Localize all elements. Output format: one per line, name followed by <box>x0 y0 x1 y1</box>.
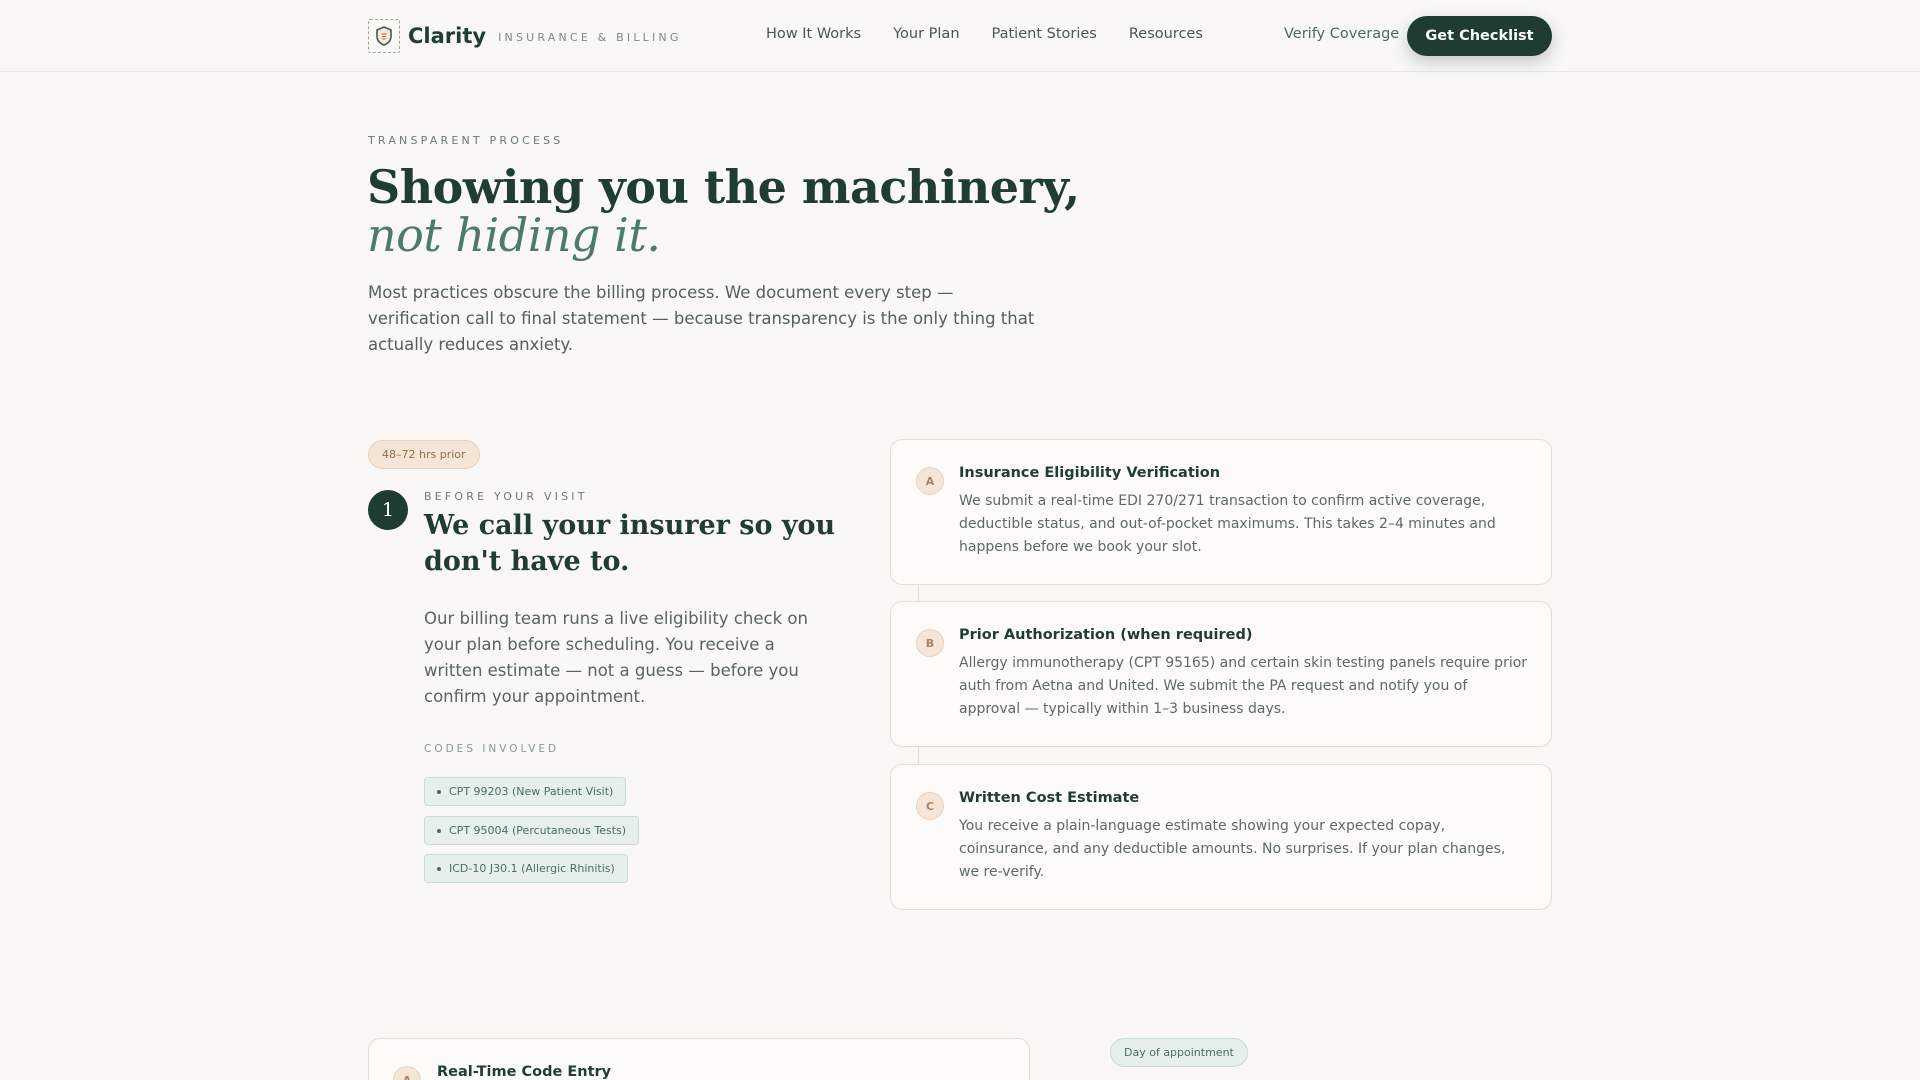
main-nav: How It Works Your Plan Patient Stories R… <box>766 26 1235 42</box>
brand-name: Clarity <box>408 24 487 48</box>
process-card: A Real-Time Code Entry <box>368 1038 1030 1080</box>
hero-eyebrow: TRANSPARENT PROCESS <box>368 134 564 147</box>
step-timing-badge: 48–72 hrs prior <box>368 440 480 469</box>
brand[interactable]: Clarity INSURANCE & BILLING <box>368 18 682 54</box>
verify-coverage-link[interactable]: Verify Coverage <box>1284 26 1399 42</box>
codes-label: CODES INVOLVED <box>424 743 560 755</box>
process-card: C Written Cost Estimate You receive a pl… <box>890 764 1552 910</box>
code-text: CPT 95004 (Percutaneous Tests) <box>449 824 627 837</box>
step-body: Our billing team runs a live eligibility… <box>424 609 808 706</box>
card-letter-badge: B <box>916 629 944 657</box>
card-description: Allergy immunotherapy (CPT 95165) and ce… <box>959 655 1528 717</box>
nav-patient-stories[interactable]: Patient Stories <box>992 26 1097 42</box>
code-text: ICD-10 J30.1 (Allergic Rhinitis) <box>449 862 615 875</box>
bullet-dot <box>437 789 441 794</box>
code-chip: CPT 95004 (Percutaneous Tests) <box>424 816 640 845</box>
step-timing-badge: Day of appointment <box>1110 1038 1248 1067</box>
site-header: Clarity INSURANCE & BILLING How It Works… <box>0 0 1920 72</box>
hero-title: Showing you the machinery, <box>367 160 1080 214</box>
step-eyebrow: BEFORE YOUR VISIT <box>424 490 588 503</box>
nav-your-plan[interactable]: Your Plan <box>893 26 959 42</box>
bullet-dot <box>437 828 441 833</box>
bullet-dot <box>437 866 441 871</box>
code-text: CPT 99203 (New Patient Visit) <box>449 785 614 798</box>
process-card: B Prior Authorization (when required) Al… <box>890 601 1552 747</box>
hero-title-emphasis: not hiding it. <box>367 208 661 262</box>
card-title: Prior Authorization (when required) <box>959 627 1253 643</box>
card-letter-badge: A <box>393 1066 421 1080</box>
step-number: 1 <box>368 490 408 530</box>
card-title: Written Cost Estimate <box>959 790 1140 806</box>
brand-tagline: INSURANCE & BILLING <box>498 31 682 44</box>
process-card: A Insurance Eligibility Verification We … <box>890 439 1552 585</box>
card-title: Real-Time Code Entry <box>437 1064 612 1080</box>
code-chip: ICD-10 J30.1 (Allergic Rhinitis) <box>424 854 628 883</box>
nav-how-it-works[interactable]: How It Works <box>766 26 861 42</box>
hero-lede: Most practices obscure the billing proce… <box>368 283 1035 354</box>
card-description: You receive a plain-language estimate sh… <box>959 818 1506 880</box>
nav-resources[interactable]: Resources <box>1129 26 1203 42</box>
card-description: We submit a real-time EDI 270/271 transa… <box>959 493 1496 555</box>
get-checklist-button[interactable]: Get Checklist <box>1407 16 1552 56</box>
shield-icon <box>368 19 400 53</box>
step-title: We call your insurer so you don't have t… <box>424 510 836 577</box>
code-chip: CPT 99203 (New Patient Visit) <box>424 777 627 806</box>
card-letter-badge: C <box>916 792 944 820</box>
card-letter-badge: A <box>916 467 944 495</box>
card-title: Insurance Eligibility Verification <box>959 465 1221 481</box>
